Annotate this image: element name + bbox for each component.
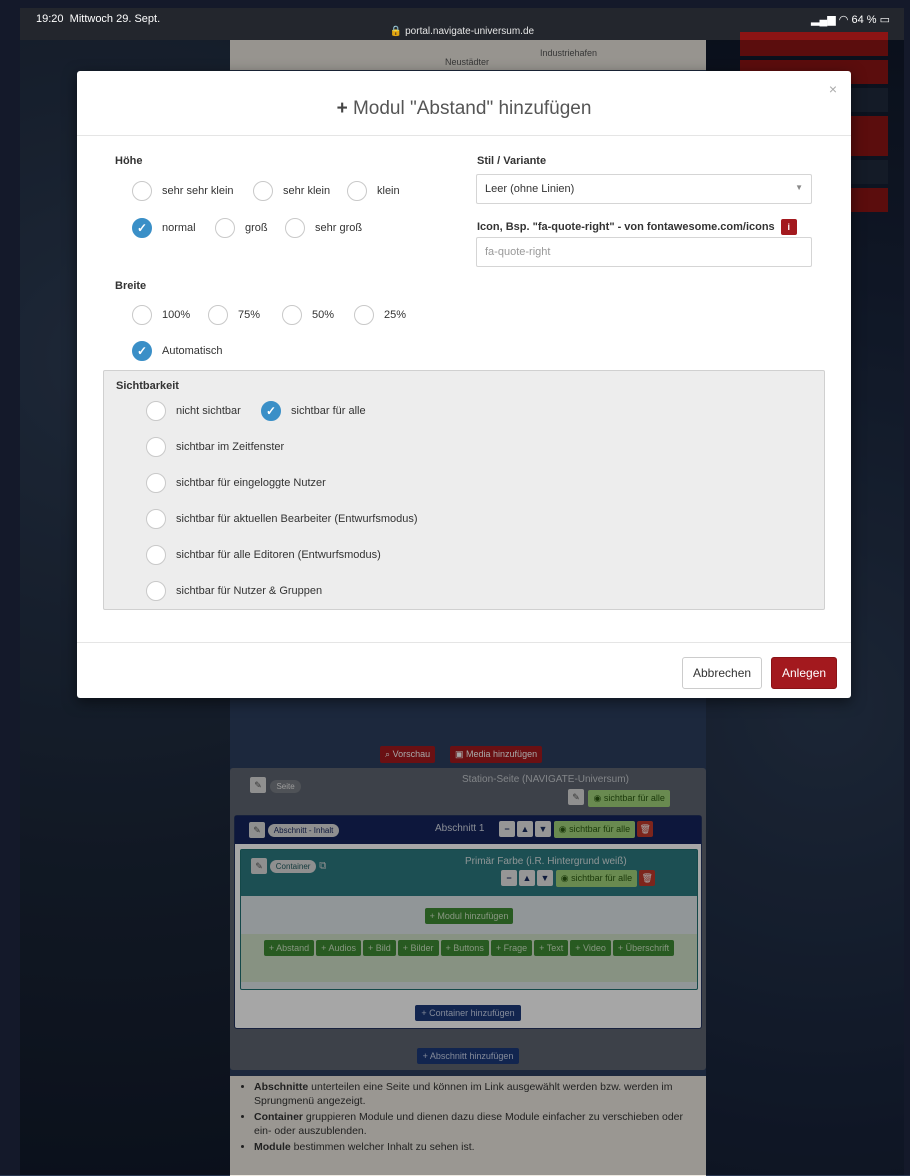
radio-option[interactable]: 50% bbox=[282, 305, 334, 325]
radio-option[interactable]: sehr klein bbox=[253, 181, 330, 201]
dialog-footer: Abbrechen Anlegen bbox=[77, 642, 851, 698]
plus-icon: + bbox=[336, 98, 348, 119]
radio-option[interactable]: sichtbar für eingeloggte Nutzer bbox=[146, 473, 326, 493]
radio-option[interactable]: sichtbar für Nutzer & Gruppen bbox=[146, 581, 322, 601]
battery-icon: ▭ bbox=[879, 14, 890, 26]
dialog-title: Modul "Abstand" hinzufügen bbox=[352, 98, 592, 119]
radio-circle-icon[interactable] bbox=[146, 437, 166, 457]
lock-icon: 🔒 bbox=[389, 26, 403, 37]
checkmark-icon[interactable]: ✓ bbox=[132, 218, 152, 238]
url-text: portal.navigate-universum.de bbox=[405, 26, 535, 37]
battery-text: 64 % bbox=[851, 14, 877, 26]
close-icon[interactable]: × bbox=[829, 81, 837, 97]
radio-label: sichtbar für aktuellen Bearbeiter (Entwu… bbox=[176, 513, 418, 525]
radio-option[interactable]: sehr groß bbox=[285, 218, 362, 238]
radio-label: sehr sehr klein bbox=[162, 185, 234, 197]
radio-circle-icon[interactable] bbox=[354, 305, 374, 325]
radio-label: sichtbar für Nutzer & Gruppen bbox=[176, 585, 323, 597]
cancel-button[interactable]: Abbrechen bbox=[682, 657, 763, 689]
checkmark-icon[interactable]: ✓ bbox=[132, 341, 152, 361]
radio-label: sehr groß bbox=[315, 222, 363, 234]
radio-circle-icon[interactable] bbox=[146, 473, 166, 493]
radio-circle-icon[interactable] bbox=[253, 181, 273, 201]
radio-option[interactable]: ✓ Automatisch bbox=[132, 341, 223, 361]
breite-label: Breite bbox=[115, 280, 147, 292]
radio-label: sichtbar für eingeloggte Nutzer bbox=[176, 477, 326, 489]
hoehe-label: Höhe bbox=[115, 155, 143, 167]
radio-circle-icon[interactable] bbox=[347, 181, 367, 201]
radio-label: normal bbox=[162, 222, 196, 234]
radio-option[interactable]: groß bbox=[215, 218, 268, 238]
radio-label: sichtbar für alle Editoren (Entwurfsmodu… bbox=[176, 549, 381, 561]
radio-option[interactable]: sichtbar für alle Editoren (Entwurfsmodu… bbox=[146, 545, 381, 565]
radio-option[interactable]: sehr sehr klein bbox=[132, 181, 234, 201]
radio-option[interactable]: ✓ sichtbar für alle bbox=[261, 401, 366, 421]
submit-button[interactable]: Anlegen bbox=[771, 657, 838, 689]
icon-input[interactable]: fa-quote-right bbox=[476, 237, 812, 267]
stil-label: Stil / Variante bbox=[477, 155, 547, 167]
radio-label: sichtbar im Zeitfenster bbox=[176, 441, 285, 453]
radio-option[interactable]: sichtbar für aktuellen Bearbeiter (Entwu… bbox=[146, 509, 418, 529]
radio-label: 25% bbox=[384, 309, 407, 321]
radio-option[interactable]: klein bbox=[347, 181, 400, 201]
add-module-dialog: + Modul "Abstand" hinzufügen × Höhe sehr… bbox=[77, 71, 851, 698]
radio-circle-icon[interactable] bbox=[132, 305, 152, 325]
radio-label: sichtbar für alle bbox=[291, 405, 366, 417]
radio-circle-icon[interactable] bbox=[146, 509, 166, 529]
radio-label: 75% bbox=[238, 309, 261, 321]
radio-label: klein bbox=[377, 185, 400, 197]
radio-circle-icon[interactable] bbox=[132, 181, 152, 201]
radio-label: 50% bbox=[312, 309, 335, 321]
radio-option[interactable]: nicht sichtbar bbox=[146, 401, 241, 421]
radio-circle-icon[interactable] bbox=[146, 545, 166, 565]
radio-circle-icon[interactable] bbox=[146, 401, 166, 421]
radio-circle-icon[interactable] bbox=[282, 305, 302, 325]
sichtbarkeit-label: Sichtbarkeit bbox=[116, 380, 179, 392]
radio-option[interactable]: 100% bbox=[132, 305, 190, 325]
stil-select[interactable]: Leer (ohne Linien) ▼ bbox=[476, 174, 812, 204]
radio-label: 100% bbox=[162, 309, 191, 321]
radio-circle-icon[interactable] bbox=[208, 305, 228, 325]
radio-option[interactable]: 25% bbox=[354, 305, 406, 325]
radio-option[interactable]: sichtbar im Zeitfenster bbox=[146, 437, 284, 457]
checkmark-icon[interactable]: ✓ bbox=[261, 401, 281, 421]
chevron-down-icon: ▼ bbox=[795, 183, 803, 192]
radio-label: sehr klein bbox=[283, 185, 331, 197]
radio-label: groß bbox=[245, 222, 268, 234]
sichtbarkeit-panel: Sichtbarkeit nicht sichtbar ✓ sichtbar für… bbox=[103, 370, 825, 610]
icon-label: Icon, Bsp. "fa-quote-right" - von fontaw… bbox=[477, 221, 775, 233]
radio-option[interactable]: 75% bbox=[208, 305, 260, 325]
radio-label: nicht sichtbar bbox=[176, 405, 241, 417]
radio-circle-icon[interactable] bbox=[285, 218, 305, 238]
radio-option[interactable]: ✓ normal bbox=[132, 218, 196, 238]
radio-circle-icon[interactable] bbox=[215, 218, 235, 238]
signal-icon: ▂▄▆ bbox=[811, 14, 836, 26]
info-icon[interactable]: i bbox=[780, 219, 797, 235]
status-date: Mittwoch 29. Sept. bbox=[69, 13, 161, 25]
wifi-icon: ◠ bbox=[838, 14, 849, 26]
status-time: 19:20 bbox=[36, 13, 64, 25]
radio-label: Automatisch bbox=[162, 345, 223, 357]
radio-circle-icon[interactable] bbox=[146, 581, 166, 601]
